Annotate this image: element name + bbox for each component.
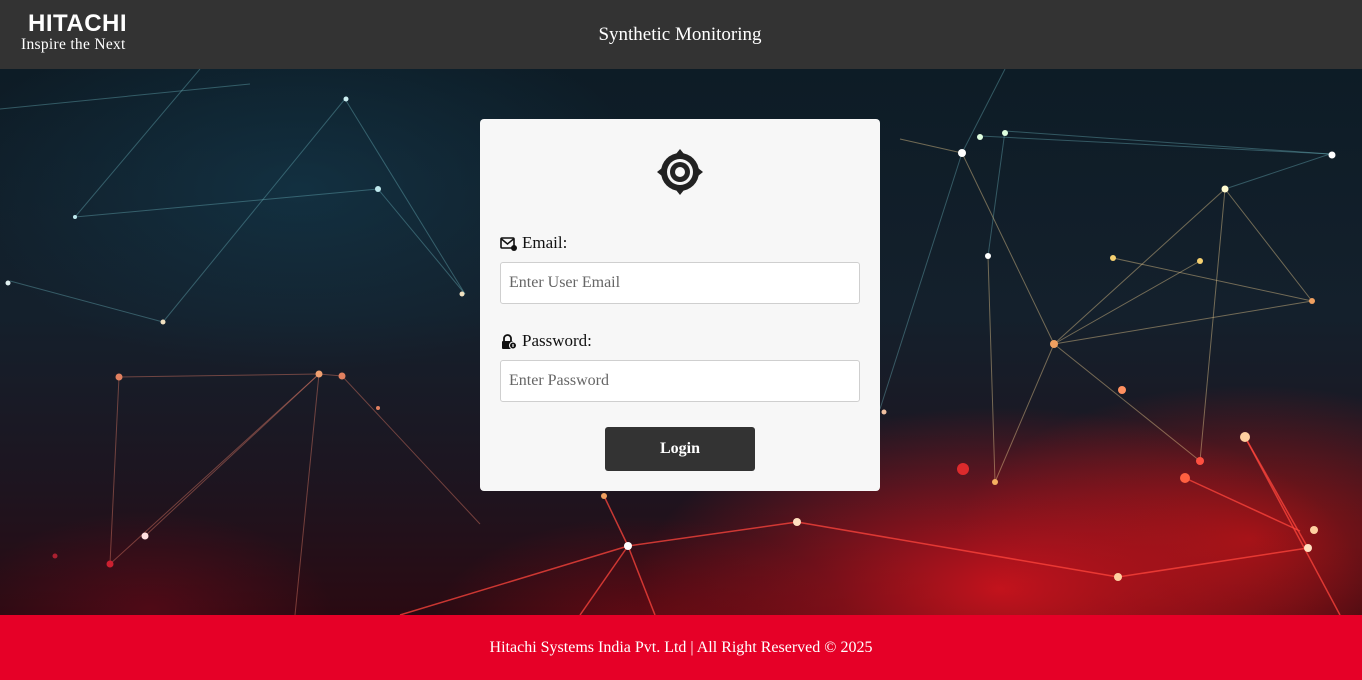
email-label: Email: [500, 233, 567, 253]
hitachi-logo: HITACHI Inspire the Next [21, 12, 127, 53]
footer-copyright: Hitachi Systems India Pvt. Ltd | All Rig… [489, 638, 873, 656]
login-card: Email: Password: Login [480, 119, 880, 491]
email-input[interactable] [500, 262, 860, 304]
mail-icon [500, 236, 517, 251]
password-label-text: Password: [522, 331, 592, 350]
top-header: HITACHI Inspire the Next Synthetic Monit… [0, 0, 1362, 69]
email-label-text: Email: [522, 233, 568, 252]
password-input[interactable] [500, 360, 860, 402]
hitachi-emblem-icon [657, 149, 703, 195]
password-label: Password: [500, 331, 592, 351]
footer: Hitachi Systems India Pvt. Ltd | All Rig… [0, 615, 1362, 680]
page-title: Synthetic Monitoring [598, 23, 762, 45]
logo-tagline: Inspire the Next [21, 36, 126, 53]
logo-wordmark: HITACHI [28, 10, 128, 37]
login-button[interactable]: Login [605, 427, 755, 471]
lock-icon [502, 333, 517, 349]
